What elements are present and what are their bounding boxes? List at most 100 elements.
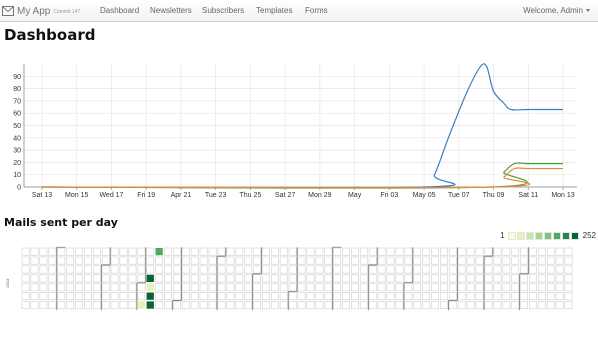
heatmap-cell[interactable] xyxy=(342,283,350,292)
heatmap-cell[interactable] xyxy=(484,292,493,301)
heatmap-cell[interactable] xyxy=(21,247,30,256)
heatmap-cell[interactable] xyxy=(110,292,119,301)
heatmap-cell[interactable] xyxy=(546,247,555,256)
heatmap-cell[interactable] xyxy=(270,292,279,301)
heatmap-cell[interactable] xyxy=(315,265,324,274)
heatmap-cell[interactable] xyxy=(119,283,128,292)
heatmap-cell[interactable] xyxy=(39,301,48,310)
heatmap-cell[interactable] xyxy=(466,283,475,292)
heatmap-cell[interactable] xyxy=(502,256,511,265)
heatmap-cell[interactable] xyxy=(528,274,537,283)
heatmap-cell[interactable] xyxy=(422,292,431,301)
heatmap-cell[interactable] xyxy=(101,265,110,274)
heatmap-cell[interactable] xyxy=(448,256,457,265)
heatmap-cell[interactable] xyxy=(457,247,466,256)
heatmap-cell[interactable] xyxy=(439,247,448,256)
heatmap-cell[interactable] xyxy=(493,283,502,292)
heatmap-cell[interactable] xyxy=(110,256,119,265)
heatmap-cell[interactable] xyxy=(66,265,75,274)
heatmap-cell[interactable] xyxy=(66,301,75,310)
heatmap-cell[interactable] xyxy=(235,283,244,292)
heatmap-cell[interactable] xyxy=(484,256,493,265)
heatmap-cell[interactable] xyxy=(84,292,92,301)
heatmap-cell[interactable] xyxy=(92,292,101,301)
heatmap-cell[interactable] xyxy=(511,247,520,256)
heatmap-cell[interactable] xyxy=(84,247,92,256)
heatmap-cell[interactable] xyxy=(288,265,297,274)
heatmap-cell[interactable] xyxy=(235,274,244,283)
heatmap-cell[interactable] xyxy=(422,256,431,265)
heatmap-cell[interactable] xyxy=(253,256,261,265)
heatmap-cell[interactable] xyxy=(342,292,350,301)
heatmap-cell[interactable] xyxy=(261,283,270,292)
heatmap-cell[interactable] xyxy=(101,301,110,310)
heatmap-cell[interactable] xyxy=(404,274,413,283)
heatmap-cell[interactable] xyxy=(137,274,146,283)
heatmap-cell[interactable] xyxy=(555,301,564,310)
heatmap-cell[interactable] xyxy=(315,301,324,310)
heatmap-cell[interactable] xyxy=(297,292,306,301)
heatmap-cell[interactable] xyxy=(75,292,84,301)
heatmap-cell[interactable] xyxy=(368,265,377,274)
heatmap-cell[interactable] xyxy=(404,265,413,274)
heatmap-cell[interactable] xyxy=(75,256,84,265)
heatmap-cell[interactable] xyxy=(342,256,350,265)
heatmap-cell[interactable] xyxy=(30,274,39,283)
heatmap-cell[interactable] xyxy=(359,301,368,310)
heatmap-cell[interactable] xyxy=(555,256,564,265)
heatmap-cell[interactable] xyxy=(48,301,57,310)
heatmap-cell[interactable] xyxy=(528,283,537,292)
heatmap-cell[interactable] xyxy=(448,283,457,292)
heatmap-cell[interactable] xyxy=(466,292,475,301)
heatmap-cell[interactable] xyxy=(324,247,333,256)
heatmap-cell[interactable] xyxy=(261,301,270,310)
heatmap-cell[interactable] xyxy=(395,274,404,283)
heatmap-cell[interactable] xyxy=(279,283,288,292)
heatmap-cell[interactable] xyxy=(261,247,270,256)
heatmap-cell[interactable] xyxy=(92,247,101,256)
heatmap-cell[interactable] xyxy=(333,274,342,283)
heatmap-cell[interactable] xyxy=(190,301,199,310)
heatmap-cell[interactable] xyxy=(395,301,404,310)
heatmap-cell[interactable] xyxy=(466,247,475,256)
heatmap-cell[interactable] xyxy=(537,256,546,265)
heatmap-cell[interactable] xyxy=(333,265,342,274)
brand[interactable]: My App Commit 147 xyxy=(2,3,80,19)
heatmap-cell[interactable] xyxy=(359,283,368,292)
heatmap-cell[interactable] xyxy=(306,247,315,256)
heatmap-cell[interactable] xyxy=(164,283,172,292)
heatmap-cell[interactable] xyxy=(110,247,119,256)
heatmap-cell[interactable] xyxy=(546,256,555,265)
heatmap-cell[interactable] xyxy=(493,301,502,310)
heatmap-cell[interactable] xyxy=(253,301,261,310)
heatmap-cell[interactable] xyxy=(288,292,297,301)
heatmap-cell[interactable] xyxy=(439,265,448,274)
heatmap-cell[interactable] xyxy=(297,265,306,274)
heatmap-cell[interactable] xyxy=(395,256,404,265)
heatmap-cell[interactable] xyxy=(350,265,359,274)
heatmap-cell[interactable] xyxy=(75,247,84,256)
heatmap-cell[interactable] xyxy=(208,301,217,310)
heatmap-cell[interactable] xyxy=(190,247,199,256)
heatmap-cell[interactable] xyxy=(555,283,564,292)
heatmap-cell[interactable] xyxy=(119,247,128,256)
heatmap-cell[interactable] xyxy=(520,301,529,310)
heatmap-cell[interactable] xyxy=(110,301,119,310)
heatmap-cell[interactable] xyxy=(21,265,30,274)
heatmap-cell[interactable] xyxy=(493,274,502,283)
heatmap-cell[interactable] xyxy=(164,301,172,310)
heatmap-cell[interactable] xyxy=(537,265,546,274)
heatmap-cell[interactable] xyxy=(475,283,484,292)
user-menu[interactable]: Welcome, Admin xyxy=(523,6,590,15)
heatmap-cell[interactable] xyxy=(279,301,288,310)
heatmap-cell[interactable] xyxy=(137,256,146,265)
heatmap-cell[interactable] xyxy=(368,256,377,265)
heatmap-cell[interactable] xyxy=(297,283,306,292)
heatmap-cell[interactable] xyxy=(493,292,502,301)
heatmap-cell[interactable] xyxy=(466,301,475,310)
heatmap-cell[interactable] xyxy=(181,247,190,256)
heatmap-cell[interactable] xyxy=(128,274,137,283)
heatmap-cell[interactable] xyxy=(448,274,457,283)
heatmap-cell[interactable] xyxy=(315,256,324,265)
heatmap-cell[interactable] xyxy=(164,292,172,301)
